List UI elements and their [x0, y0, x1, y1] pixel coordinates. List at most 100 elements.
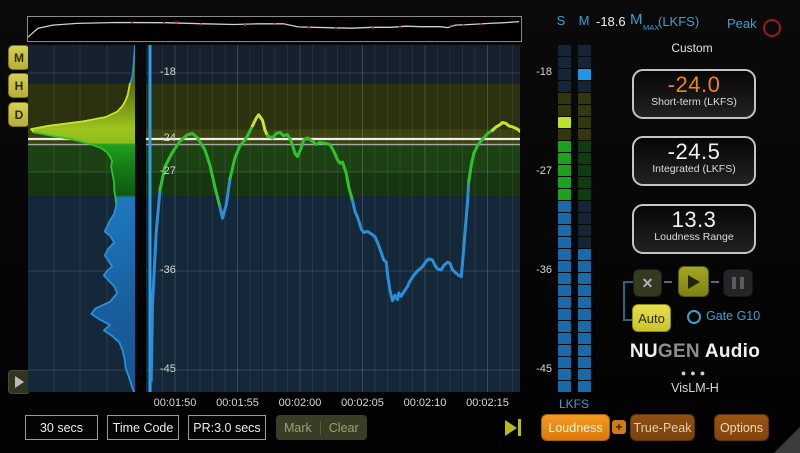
- window-length-selector[interactable]: 30 secs: [25, 415, 98, 440]
- options-button[interactable]: Options: [714, 414, 769, 441]
- pause-icon: [732, 277, 736, 289]
- history-graph-svg: [146, 45, 520, 392]
- meter-scale-label: -45: [524, 363, 552, 375]
- meter-segment: [558, 357, 571, 368]
- skip-to-end-button[interactable]: [505, 419, 521, 436]
- meter-segment: [578, 249, 591, 260]
- mmax-unit-label: (LKFS): [658, 14, 699, 29]
- logo-dots: ●●●: [628, 368, 762, 378]
- vislm-plugin-window: M H D -18-24-27-36-45 00:01:5000:01:5500…: [0, 0, 800, 453]
- meter-segment: [558, 81, 571, 92]
- meter-segment: [558, 345, 571, 356]
- mmax-value: -18.6: [596, 14, 626, 29]
- loudness-history-panel: [146, 45, 520, 392]
- meter-segment: [578, 309, 591, 320]
- meter-segment: [578, 213, 591, 224]
- meter-segment: [578, 117, 591, 128]
- meter-segment: [578, 105, 591, 116]
- meter-segment: [558, 297, 571, 308]
- meter-segment: [558, 333, 571, 344]
- nugen-audio-logo: NUGEN Audio: [628, 341, 762, 363]
- resize-grip[interactable]: [774, 427, 800, 453]
- meter-segment: [558, 321, 571, 332]
- transport-connector: [664, 281, 672, 283]
- overview-waveform: [28, 17, 519, 39]
- meter-segment: [578, 225, 591, 236]
- meter-segment: [558, 141, 571, 152]
- meter-segment: [578, 333, 591, 344]
- short-term-label: Short-term (LKFS): [634, 96, 754, 108]
- meter-segment: [578, 201, 591, 212]
- x-tick-label: 00:02:10: [395, 397, 455, 409]
- meter-segment: [558, 237, 571, 248]
- short-term-readout: -24.0 Short-term (LKFS): [632, 69, 756, 119]
- add-tab-button[interactable]: +: [612, 420, 626, 434]
- y-tick-label: -24: [160, 132, 176, 144]
- play-button[interactable]: [678, 266, 709, 297]
- view-button-momentary[interactable]: M: [8, 45, 30, 70]
- product-name: VisLM-H: [628, 381, 762, 395]
- loudness-range-value: 13.3: [634, 207, 754, 233]
- view-button-history[interactable]: H: [8, 73, 30, 98]
- meter-segment: [558, 261, 571, 272]
- meter-segment: [558, 165, 571, 176]
- integrated-readout: -24.5 Integrated (LKFS): [632, 136, 756, 186]
- gate-radio[interactable]: [687, 310, 701, 324]
- loudness-tab-button[interactable]: Loudness: [541, 414, 610, 441]
- meter-segment: [578, 297, 591, 308]
- meter-scale-label: -18: [524, 66, 552, 78]
- y-tick-label: -45: [160, 363, 176, 375]
- mark-clear-group: Mark Clear: [276, 415, 367, 440]
- true-peak-tab-button[interactable]: True-Peak: [630, 414, 695, 441]
- meter-segment: [578, 57, 591, 68]
- mark-button[interactable]: Mark: [276, 421, 320, 435]
- history-overview-strip[interactable]: [27, 16, 522, 42]
- meter-segment: [578, 273, 591, 284]
- gate-label[interactable]: Gate G10: [706, 309, 760, 323]
- loudness-distribution-panel: [28, 45, 135, 392]
- short-term-value: -24.0: [634, 72, 754, 98]
- meter-segment: [578, 369, 591, 380]
- meter-segment: [558, 189, 571, 200]
- y-tick-label: -18: [160, 66, 176, 78]
- meter-segment: [578, 81, 591, 92]
- meter-segment: [578, 153, 591, 164]
- x-tick-label: 00:01:55: [208, 397, 268, 409]
- loudness-range-label: Loudness Range: [634, 231, 754, 243]
- integrated-value: -24.5: [634, 139, 754, 165]
- meter-segment: [558, 153, 571, 164]
- meter-segment: [578, 381, 591, 392]
- pause-button[interactable]: [723, 269, 753, 297]
- meter-segment: [558, 225, 571, 236]
- reset-button[interactable]: ✕: [633, 269, 662, 297]
- view-button-distribution[interactable]: D: [8, 102, 30, 127]
- meter-segment: [558, 381, 571, 392]
- meter-segment: [578, 129, 591, 140]
- clear-button[interactable]: Clear: [320, 421, 367, 435]
- practical-range-selector[interactable]: PR:3.0 secs: [188, 415, 266, 440]
- momentary-meter-bar: [578, 45, 591, 393]
- meter-scale-label: -27: [524, 165, 552, 177]
- meter-segment: [578, 93, 591, 104]
- close-icon: ✕: [642, 275, 654, 292]
- expand-panel-button[interactable]: [8, 370, 30, 394]
- mmax-m-label: M: [630, 11, 643, 28]
- meter-segment: [578, 261, 591, 272]
- y-tick-label: -36: [160, 264, 176, 276]
- peak-indicator-light[interactable]: [763, 19, 781, 37]
- y-tick-label: -27: [160, 165, 176, 177]
- loudness-range-readout: 13.3 Loudness Range: [632, 204, 756, 254]
- short-term-meter-bar: [558, 45, 571, 393]
- meter-segment: [578, 321, 591, 332]
- meter-header-s: S: [553, 13, 569, 28]
- meter-segment: [578, 69, 591, 80]
- timecode-mode-selector[interactable]: Time Code: [107, 415, 179, 440]
- meter-segment: [558, 57, 571, 68]
- meter-segment: [558, 117, 571, 128]
- meter-segment: [558, 93, 571, 104]
- meter-segment: [578, 177, 591, 188]
- auto-button[interactable]: Auto: [632, 304, 671, 332]
- meter-segment: [558, 177, 571, 188]
- meter-segment: [558, 273, 571, 284]
- meter-segment: [578, 189, 591, 200]
